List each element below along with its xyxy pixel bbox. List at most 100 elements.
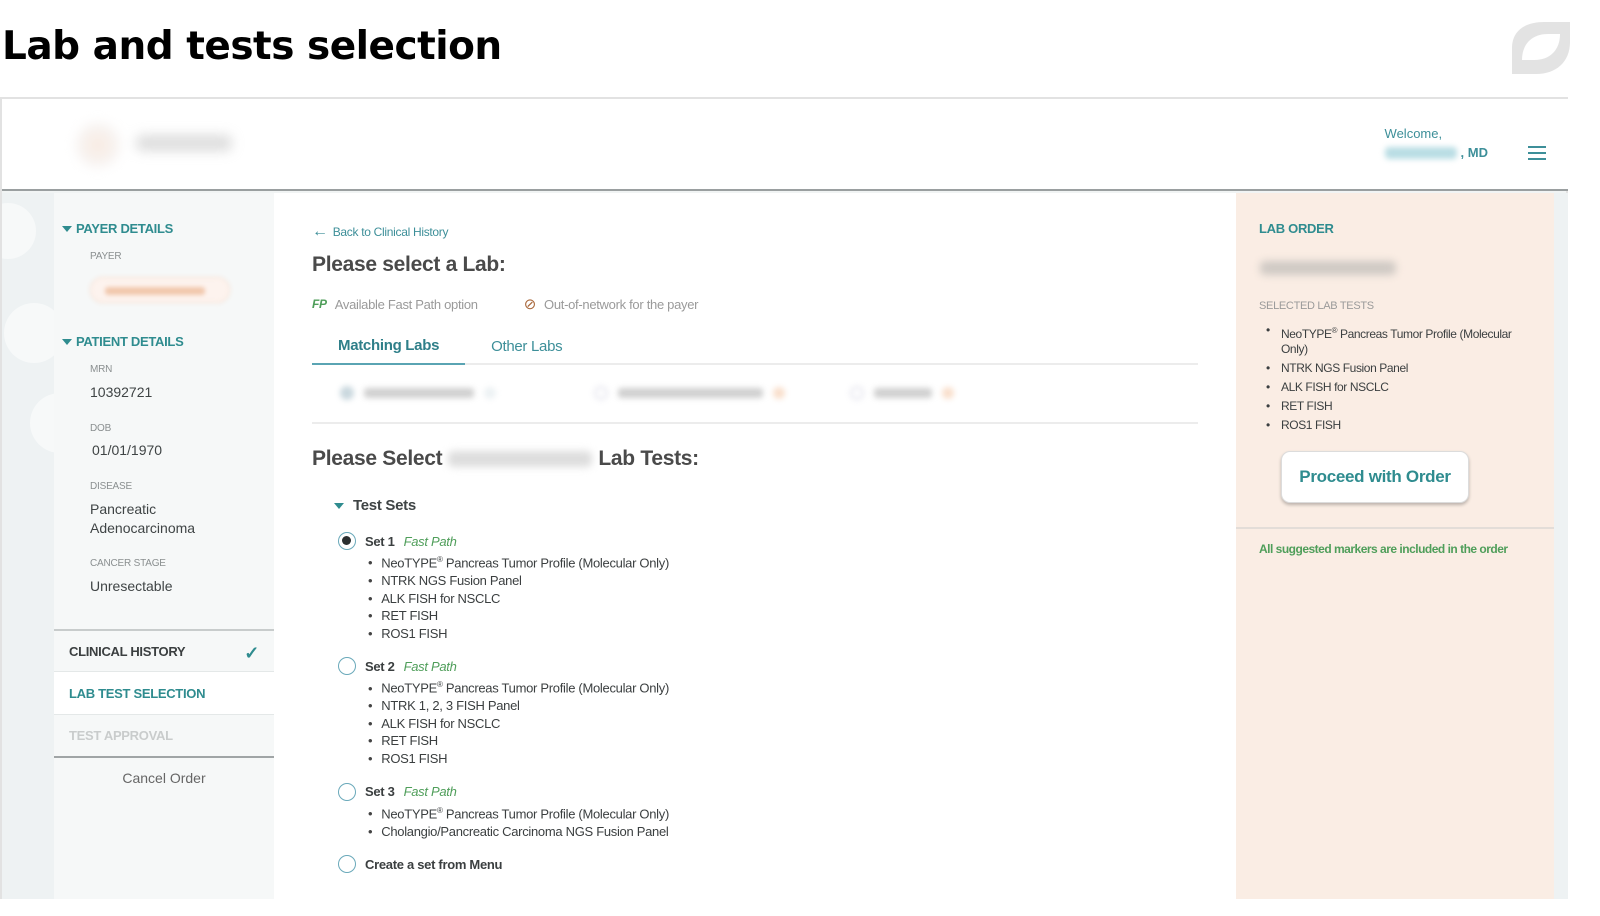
lab-name-redacted bbox=[364, 388, 474, 398]
set-1-tests: NeoTYPE® Pancreas Tumor Profile (Molecul… bbox=[368, 551, 669, 642]
welcome-text: Welcome, bbox=[1384, 126, 1443, 141]
divider bbox=[1236, 527, 1554, 529]
step-clinical-history[interactable]: CLINICAL HISTORY ✓ bbox=[54, 629, 274, 672]
user-name-redacted bbox=[1384, 146, 1457, 159]
heading-suffix: Lab Tests: bbox=[598, 447, 699, 470]
radio-checked-icon bbox=[340, 386, 354, 400]
test-item: NeoTYPE® Pancreas Tumor Profile (Molecul… bbox=[368, 802, 669, 823]
test-item: ROS1 FISH bbox=[368, 625, 669, 643]
lab-option[interactable] bbox=[594, 386, 785, 400]
dob-label: DOB bbox=[90, 423, 112, 434]
patient-details-heading: PATIENT DETAILS bbox=[76, 334, 184, 349]
lab-name-redacted bbox=[618, 388, 763, 398]
radio-icon[interactable] bbox=[338, 657, 356, 676]
selected-test-item: ALK FISH for NSCLC bbox=[1266, 380, 1536, 395]
step-label: TEST APPROVAL bbox=[69, 728, 173, 743]
radio-checked-icon[interactable] bbox=[338, 532, 356, 550]
tab-matching-labs[interactable]: Matching Labs bbox=[312, 327, 466, 365]
disease-value: Pancreatic Adenocarcinoma bbox=[90, 501, 196, 536]
step-label: LAB TEST SELECTION bbox=[69, 685, 206, 701]
lab-option-selected[interactable] bbox=[340, 386, 496, 400]
cancer-stage-label: CANCER STAGE bbox=[90, 558, 166, 569]
set-1-option[interactable]: Set 1 Fast Path bbox=[338, 531, 669, 551]
test-item: ROS1 FISH bbox=[368, 750, 669, 768]
order-steps: CLINICAL HISTORY ✓ LAB TEST SELECTION TE… bbox=[54, 629, 274, 786]
logo-orb-icon bbox=[76, 123, 120, 167]
selected-test-item: NTRK NGS Fusion Panel bbox=[1266, 361, 1536, 376]
step-test-approval: TEST APPROVAL bbox=[54, 715, 274, 758]
test-set-2: Set 2 Fast Path NeoTYPE® Pancreas Tumor … bbox=[338, 656, 669, 767]
set-3-option[interactable]: Set 3 Fast Path bbox=[338, 782, 669, 802]
heading-prefix: Please Select bbox=[312, 447, 443, 470]
radio-icon[interactable] bbox=[338, 855, 356, 874]
test-sets-toggle[interactable]: Test Sets bbox=[334, 497, 416, 514]
lab-tests-heading: Please Select Lab Tests: bbox=[312, 447, 699, 471]
hamburger-menu-icon[interactable] bbox=[1528, 146, 1546, 160]
lab-option[interactable] bbox=[850, 386, 954, 400]
suggested-markers-note: All suggested markers are included in th… bbox=[1259, 542, 1508, 556]
radio-icon[interactable] bbox=[338, 782, 356, 801]
lab-order-panel: LAB ORDER SELECTED LAB TESTS NeoTYPE® Pa… bbox=[1236, 193, 1554, 899]
test-item: RET FISH bbox=[368, 732, 669, 750]
cancel-order-button[interactable]: Cancel Order bbox=[54, 770, 274, 786]
create-set-from-menu[interactable]: Create a set from Menu bbox=[338, 854, 669, 874]
out-of-network-icon bbox=[773, 387, 785, 399]
test-item: NeoTYPE® Pancreas Tumor Profile (Molecul… bbox=[368, 676, 669, 697]
proceed-with-order-button[interactable]: Proceed with Order bbox=[1281, 451, 1469, 503]
lab-options bbox=[312, 368, 1198, 424]
disease-label: DISEASE bbox=[90, 481, 132, 492]
step-lab-test-selection[interactable]: LAB TEST SELECTION bbox=[54, 672, 274, 715]
dob-value: 01/01/1970 bbox=[92, 442, 163, 458]
set-name: Set 1 bbox=[365, 533, 395, 549]
test-item: ALK FISH for NSCLC bbox=[368, 715, 669, 733]
test-set-1: Set 1 Fast Path NeoTYPE® Pancreas Tumor … bbox=[338, 531, 669, 642]
selected-tests-list: NeoTYPE® Pancreas Tumor Profile (Molecul… bbox=[1266, 323, 1536, 437]
fast-path-legend-text: Available Fast Path option bbox=[334, 296, 478, 312]
welcome-block: Welcome, , MD bbox=[1384, 126, 1488, 160]
test-item: NeoTYPE® Pancreas Tumor Profile (Molecul… bbox=[368, 551, 669, 572]
out-of-network-icon bbox=[942, 387, 954, 399]
set-2-option[interactable]: Set 2 Fast Path bbox=[338, 656, 669, 676]
lab-order-title: LAB ORDER bbox=[1259, 221, 1334, 236]
set-3-tests: NeoTYPE® Pancreas Tumor Profile (Molecul… bbox=[368, 802, 669, 841]
back-to-clinical-history-link[interactable]: ← Back to Clinical History bbox=[312, 223, 449, 241]
left-gutter bbox=[2, 193, 54, 899]
patient-details-toggle[interactable]: PATIENT DETAILS bbox=[62, 334, 184, 349]
test-sets-label: Test Sets bbox=[353, 497, 416, 514]
payer-chip-redacted bbox=[90, 277, 230, 303]
slide-title: Lab and tests selection bbox=[2, 24, 502, 69]
logo-text bbox=[136, 135, 232, 151]
radio-icon bbox=[594, 386, 608, 400]
step-label: CLINICAL HISTORY bbox=[69, 643, 186, 659]
create-set-option: Create a set from Menu bbox=[338, 854, 669, 874]
app-logo[interactable] bbox=[70, 121, 250, 171]
selected-test-item: RET FISH bbox=[1266, 399, 1536, 414]
sidebar: PAYER DETAILS PAYER PATIENT DETAILS MRN … bbox=[54, 193, 274, 899]
set-name: Set 2 bbox=[365, 658, 395, 674]
radio-icon bbox=[850, 386, 864, 400]
payer-label: PAYER bbox=[90, 251, 122, 262]
payer-details-toggle[interactable]: PAYER DETAILS bbox=[62, 221, 173, 236]
test-item: RET FISH bbox=[368, 607, 669, 625]
test-sets-list: Set 1 Fast Path NeoTYPE® Pancreas Tumor … bbox=[338, 531, 669, 888]
selected-lab-tests-label: SELECTED LAB TESTS bbox=[1259, 300, 1374, 312]
cancer-stage-value: Unresectable bbox=[90, 578, 173, 594]
mrn-value: 10392721 bbox=[90, 384, 153, 400]
set-2-tests: NeoTYPE® Pancreas Tumor Profile (Molecul… bbox=[368, 676, 669, 767]
fast-path-icon bbox=[484, 387, 496, 399]
app-window: Welcome, , MD PAYER DETAILS PAYER PATIEN… bbox=[0, 97, 1568, 899]
caret-down-icon bbox=[334, 502, 344, 509]
test-set-3: Set 3 Fast Path NeoTYPE® Pancreas Tumor … bbox=[338, 782, 669, 841]
leaf-logo-icon bbox=[1512, 22, 1570, 74]
checkmark-icon: ✓ bbox=[244, 643, 259, 663]
out-of-network-icon: ⊘ bbox=[523, 296, 537, 313]
test-item: NTRK 1, 2, 3 FISH Panel bbox=[368, 697, 669, 715]
set-name: Set 3 bbox=[365, 784, 395, 800]
app-header: Welcome, , MD bbox=[2, 99, 1568, 191]
selected-test-item: ROS1 FISH bbox=[1266, 418, 1536, 433]
test-item: NTRK NGS Fusion Panel bbox=[368, 572, 669, 590]
fast-path-badge: FP bbox=[312, 297, 327, 311]
out-of-network-legend-text: Out-of-network for the payer bbox=[544, 296, 699, 312]
right-gutter bbox=[1554, 193, 1568, 899]
tab-other-labs[interactable]: Other Labs bbox=[465, 327, 588, 365]
